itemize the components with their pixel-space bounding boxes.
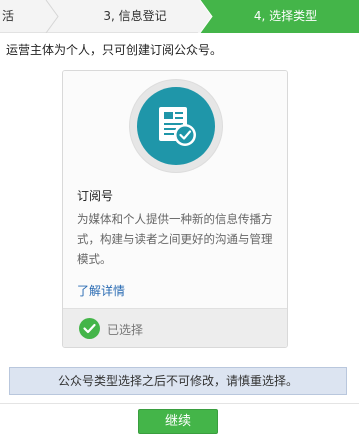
subscription-account-card[interactable]: 订阅号 为媒体和个人提供一种新的信息传播方式，构建与读者之间更好的沟通与管理模式… [62,70,288,348]
continue-button[interactable]: 继续 [138,409,218,434]
step-select-type-active: 4, 选择类型 [200,0,359,33]
card-selection-footer[interactable]: 已选择 [63,308,287,347]
card-body: 订阅号 为媒体和个人提供一种新的信息传播方式，构建与读者之间更好的沟通与管理模式… [63,71,287,308]
footer-divider [0,403,359,404]
selected-label: 已选择 [107,323,144,337]
step-info-registration: 3, 信息登记 [103,9,167,23]
type-warning-notice: 公众号类型选择之后不可修改，请慎重选择。 [9,367,347,395]
step-progress-bar: 活 3, 信息登记 4, 选择类型 [0,0,359,33]
intro-text: 运营主体为个人，只可创建订阅公众号。 [6,43,223,57]
card-description: 为媒体和个人提供一种新的信息传播方式，构建与读者之间更好的沟通与管理模式。 [77,212,273,266]
selected-check-icon [79,318,100,339]
subscription-document-check-icon [137,87,215,165]
account-type-icon-ring [129,79,223,173]
step-separator-icon [45,0,59,33]
step-separator-icon [198,0,213,33]
learn-more-link[interactable]: 了解详情 [77,282,125,299]
card-title: 订阅号 [77,189,114,203]
